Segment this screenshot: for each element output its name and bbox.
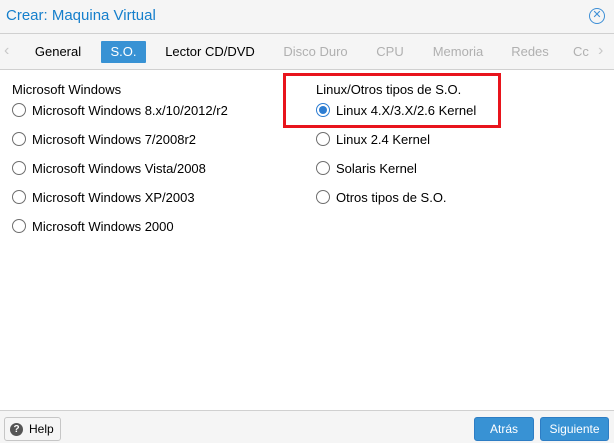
- radio-label: Microsoft Windows 2000: [32, 218, 174, 234]
- window-titlebar: Crear: Maquina Virtual ✕: [0, 0, 614, 34]
- highlight-annotation-box: [283, 73, 501, 128]
- radio-label: Microsoft Windows Vista/2008: [32, 160, 206, 176]
- radio-option-windows-2000[interactable]: Microsoft Windows 2000: [12, 216, 174, 236]
- radio-button[interactable]: [12, 132, 26, 146]
- radio-label: Solaris Kernel: [336, 160, 417, 176]
- radio-option-windows-xp[interactable]: Microsoft Windows XP/2003: [12, 187, 195, 207]
- tab-disco-duro: Disco Duro: [283, 44, 348, 59]
- footer-toolbar: ? Help Atrás Siguiente: [0, 410, 614, 443]
- radio-label: Linux 2.4 Kernel: [336, 131, 430, 147]
- radio-button[interactable]: [12, 161, 26, 175]
- radio-button[interactable]: [316, 161, 330, 175]
- radio-option-windows-7[interactable]: Microsoft Windows 7/2008r2: [12, 129, 196, 149]
- radio-button[interactable]: [316, 190, 330, 204]
- radio-button[interactable]: [12, 190, 26, 204]
- help-button[interactable]: ? Help: [4, 417, 61, 441]
- next-button[interactable]: Siguiente: [540, 417, 609, 441]
- tab-lector-cd-dvd[interactable]: Lector CD/DVD: [157, 41, 263, 63]
- scroll-right-icon[interactable]: ›: [598, 42, 603, 60]
- tab-cpu: CPU: [376, 44, 404, 59]
- tab-truncated: Cc: [573, 44, 589, 59]
- tab-so[interactable]: S.O.: [101, 41, 146, 63]
- tab-bar: ‹ General S.O. Lector CD/DVD Disco Duro …: [0, 34, 614, 70]
- tab-redes: Redes: [511, 44, 549, 59]
- radio-option-otros[interactable]: Otros tipos de S.O.: [316, 187, 447, 207]
- help-label: Help: [29, 422, 54, 436]
- tab-general[interactable]: General: [26, 41, 90, 63]
- close-icon[interactable]: ✕: [589, 8, 605, 24]
- back-button[interactable]: Atrás: [474, 417, 534, 441]
- question-circle-icon: ?: [10, 422, 23, 436]
- radio-button[interactable]: [12, 103, 26, 117]
- radio-option-linux-24[interactable]: Linux 2.4 Kernel: [316, 129, 430, 149]
- radio-label: Otros tipos de S.O.: [336, 189, 447, 205]
- radio-label: Microsoft Windows 8.x/10/2012/r2: [32, 102, 228, 118]
- radio-option-solaris[interactable]: Solaris Kernel: [316, 158, 417, 178]
- radio-label: Microsoft Windows XP/2003: [32, 189, 195, 205]
- radio-option-windows-vista[interactable]: Microsoft Windows Vista/2008: [12, 158, 206, 178]
- tab-memoria: Memoria: [432, 44, 484, 59]
- radio-button[interactable]: [316, 132, 330, 146]
- radio-label: Microsoft Windows 7/2008r2: [32, 131, 197, 147]
- scroll-left-icon[interactable]: ‹: [4, 42, 9, 60]
- radio-button[interactable]: [12, 219, 26, 233]
- window-title: Crear: Maquina Virtual: [6, 7, 156, 24]
- windows-group-title: Microsoft Windows: [12, 82, 122, 97]
- radio-option-windows-8[interactable]: Microsoft Windows 8.x/10/2012/r2: [12, 100, 228, 120]
